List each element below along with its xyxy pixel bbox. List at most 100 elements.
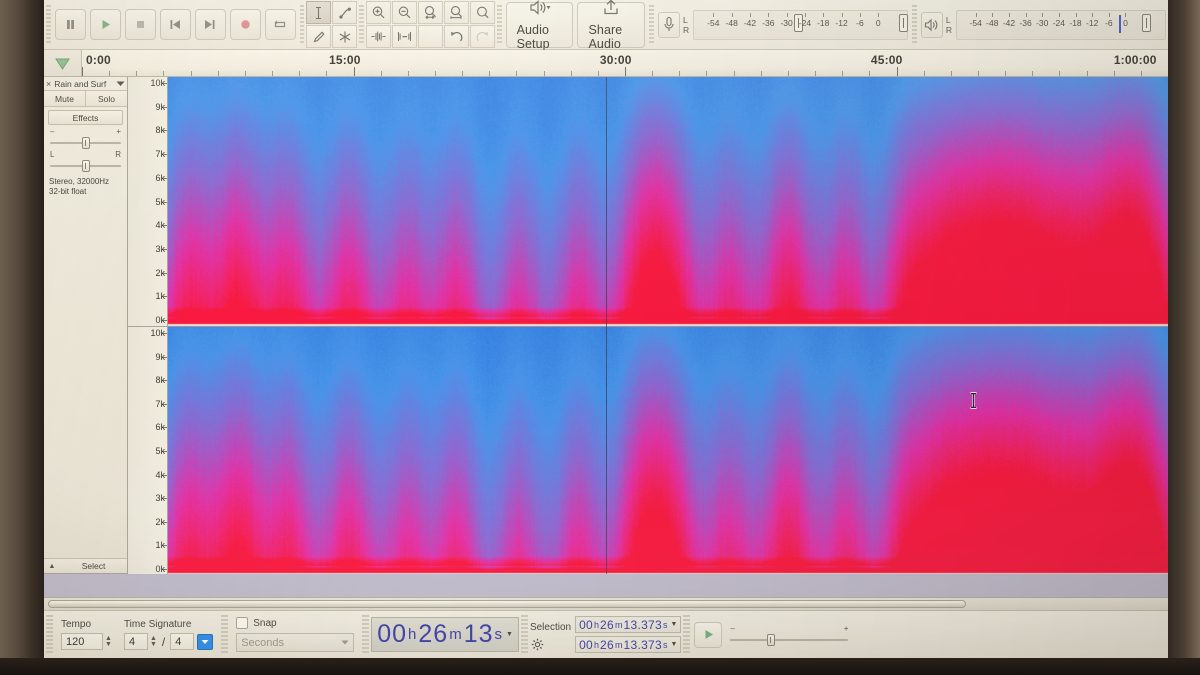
toolbar-grip-5[interactable] [649, 4, 655, 45]
gear-icon[interactable] [530, 637, 545, 652]
toolbar-grip-3[interactable] [359, 4, 364, 45]
fit-selection-button[interactable] [417, 1, 443, 24]
microphone-icon [658, 11, 681, 38]
selection-end-dropdown-icon[interactable]: ▼ [671, 641, 678, 648]
track-area: × Rain and Surf Mute Solo Effects – + L … [44, 77, 1168, 597]
frequency-ruler-right-channel[interactable]: 10k 9k 8k 7k 6k 5k 4k 3k 2k 1k 0k [128, 326, 168, 574]
record-button[interactable] [229, 9, 261, 40]
frequency-tick [163, 83, 167, 84]
audio-setup-button[interactable]: Audio Setup [505, 0, 574, 51]
gain-plus-label: + [116, 127, 121, 136]
zoom-out-button[interactable] [391, 1, 417, 24]
play-at-speed-button[interactable] [694, 621, 723, 648]
pan-slider[interactable]: L R [50, 151, 121, 172]
select-button[interactable]: Select [60, 561, 127, 571]
horizontal-scrollbar[interactable] [44, 597, 1168, 610]
track-title-bar[interactable]: × Rain and Surf [44, 77, 127, 91]
tempo-stepper[interactable]: ▲ ▼ [105, 635, 112, 648]
multi-tool-button[interactable] [332, 25, 358, 48]
fit-project-button[interactable] [443, 1, 469, 24]
playback-meter[interactable]: L R -54 -48 -42 -36 -30 -24 -18 -12 -6 0 [919, 8, 1168, 42]
play-button[interactable] [89, 9, 121, 40]
play-speed-slider-track[interactable] [730, 633, 849, 646]
undo-button[interactable] [443, 25, 469, 48]
collapse-icon[interactable]: ▲ [44, 563, 60, 570]
trim-audio-button[interactable] [365, 25, 391, 48]
mute-button[interactable]: Mute [44, 91, 85, 106]
tempo-input[interactable]: 120 [61, 633, 103, 650]
toolbar-grip-2[interactable] [299, 4, 305, 45]
play-speed-slider[interactable]: – + [730, 624, 849, 646]
time-signature-upper-stepper[interactable]: ▲ ▼ [150, 635, 157, 648]
snap-unit-dropdown[interactable]: Seconds [236, 633, 355, 652]
recording-meter-scale[interactable]: -54 -48 -42 -36 -30 -24 -18 -12 -6 0 [693, 9, 909, 40]
effects-button[interactable]: Effects [48, 110, 123, 125]
upload-icon [601, 0, 621, 21]
draw-tool-button[interactable] [306, 25, 332, 48]
selection-start-dropdown-icon[interactable]: ▼ [671, 621, 678, 628]
gain-minus-label: – [50, 127, 55, 136]
close-icon[interactable]: × [46, 79, 51, 89]
time-signature-lower-input[interactable]: 4 [170, 633, 195, 650]
audio-position-minutes-unit: m [449, 626, 462, 643]
zoom-toggle-button[interactable] [469, 1, 495, 24]
play-speed-slider-thumb[interactable] [766, 633, 775, 646]
timeline-pinned-play-button[interactable] [44, 50, 82, 76]
toolbar-grip[interactable] [46, 4, 51, 45]
selection-start-display[interactable]: 00 h 26 m 13.373 s ▼ [575, 616, 682, 633]
timeline-minor-tick [163, 71, 165, 76]
silence-audio-button[interactable] [391, 25, 417, 48]
track-control-panel[interactable]: × Rain and Surf Mute Solo Effects – + L … [44, 77, 128, 574]
timeline-ruler[interactable]: 0:00 15:00 30:00 45:00 1:00:00 [82, 50, 1168, 76]
toolbar-grip-6[interactable] [912, 4, 917, 45]
play-speed-grip[interactable] [683, 614, 691, 655]
frequency-ruler-left-channel[interactable]: 10k 9k 8k 7k 6k 5k 4k 3k 2k 1k 0k [128, 77, 168, 326]
tempo-group: Tempo 120 ▲ ▼ [55, 611, 118, 659]
skip-to-end-button[interactable] [194, 9, 226, 40]
redo-button[interactable] [469, 25, 495, 48]
gain-slider-thumb[interactable] [81, 137, 90, 149]
pause-button[interactable] [54, 9, 86, 40]
snap-toolbar-grip[interactable] [221, 614, 229, 655]
solo-button[interactable]: Solo [85, 91, 127, 106]
gain-slider[interactable]: – + [50, 128, 121, 149]
main-toolbar: Audio Setup Share Audio L R -54 -48 -42 … [44, 0, 1168, 51]
scrollbar-thumb[interactable] [48, 600, 966, 608]
recording-meter[interactable]: L R -54 -48 -42 -36 -30 -24 -18 -12 -6 0 [656, 8, 910, 42]
snap-checkbox[interactable] [236, 617, 249, 629]
selection-end-display[interactable]: 00 h 26 m 13.373 s ▼ [575, 636, 682, 653]
spectrogram-right-channel[interactable] [168, 326, 1168, 574]
stop-button[interactable] [124, 9, 156, 40]
time-toolbar-grip[interactable] [362, 614, 370, 655]
chevron-down-icon[interactable] [116, 79, 125, 89]
track-format-info: Stereo, 32000Hz 32-bit float [44, 172, 127, 197]
audio-position-display[interactable]: 00 h 26 m 13 s ▼ [371, 617, 519, 652]
frequency-tick [163, 356, 167, 358]
loop-button[interactable] [264, 9, 296, 40]
skip-to-start-button[interactable] [159, 9, 191, 40]
spectrogram-left-channel[interactable] [168, 77, 1168, 326]
toolbar-grip-4[interactable] [496, 4, 502, 45]
pan-slider-thumb[interactable] [81, 160, 90, 172]
envelope-tool-button[interactable] [332, 1, 358, 24]
selection-tool-button[interactable] [306, 1, 332, 24]
timeline-label: 45:00 [870, 53, 903, 67]
frequency-tick [163, 451, 167, 452]
time-signature-dropdown-button[interactable] [197, 633, 214, 650]
zoom-in-button[interactable] [365, 1, 391, 24]
meter-tick-label: -30 [780, 17, 793, 28]
timeline-minor-tick [190, 71, 192, 76]
gain-slider-track[interactable] [50, 137, 121, 149]
audio-position-dropdown-icon[interactable]: ▼ [506, 631, 513, 638]
timeline-minor-tick [760, 71, 762, 76]
time-signature-upper-input[interactable]: 4 [123, 633, 148, 650]
pan-slider-track[interactable] [50, 160, 121, 172]
selection-group-grip[interactable] [520, 614, 528, 655]
selection-start-seconds-unit: s [663, 619, 668, 630]
share-audio-button[interactable]: Share Audio [577, 0, 646, 51]
pan-left-label: L [50, 150, 55, 159]
playback-meter-scale[interactable]: -54 -48 -42 -36 -30 -24 -18 -12 -6 0 [955, 9, 1166, 40]
waveform-panes[interactable] [168, 77, 1168, 574]
selection-end-hours-unit: h [594, 639, 600, 650]
selection-toolbar-grip[interactable] [46, 614, 53, 655]
